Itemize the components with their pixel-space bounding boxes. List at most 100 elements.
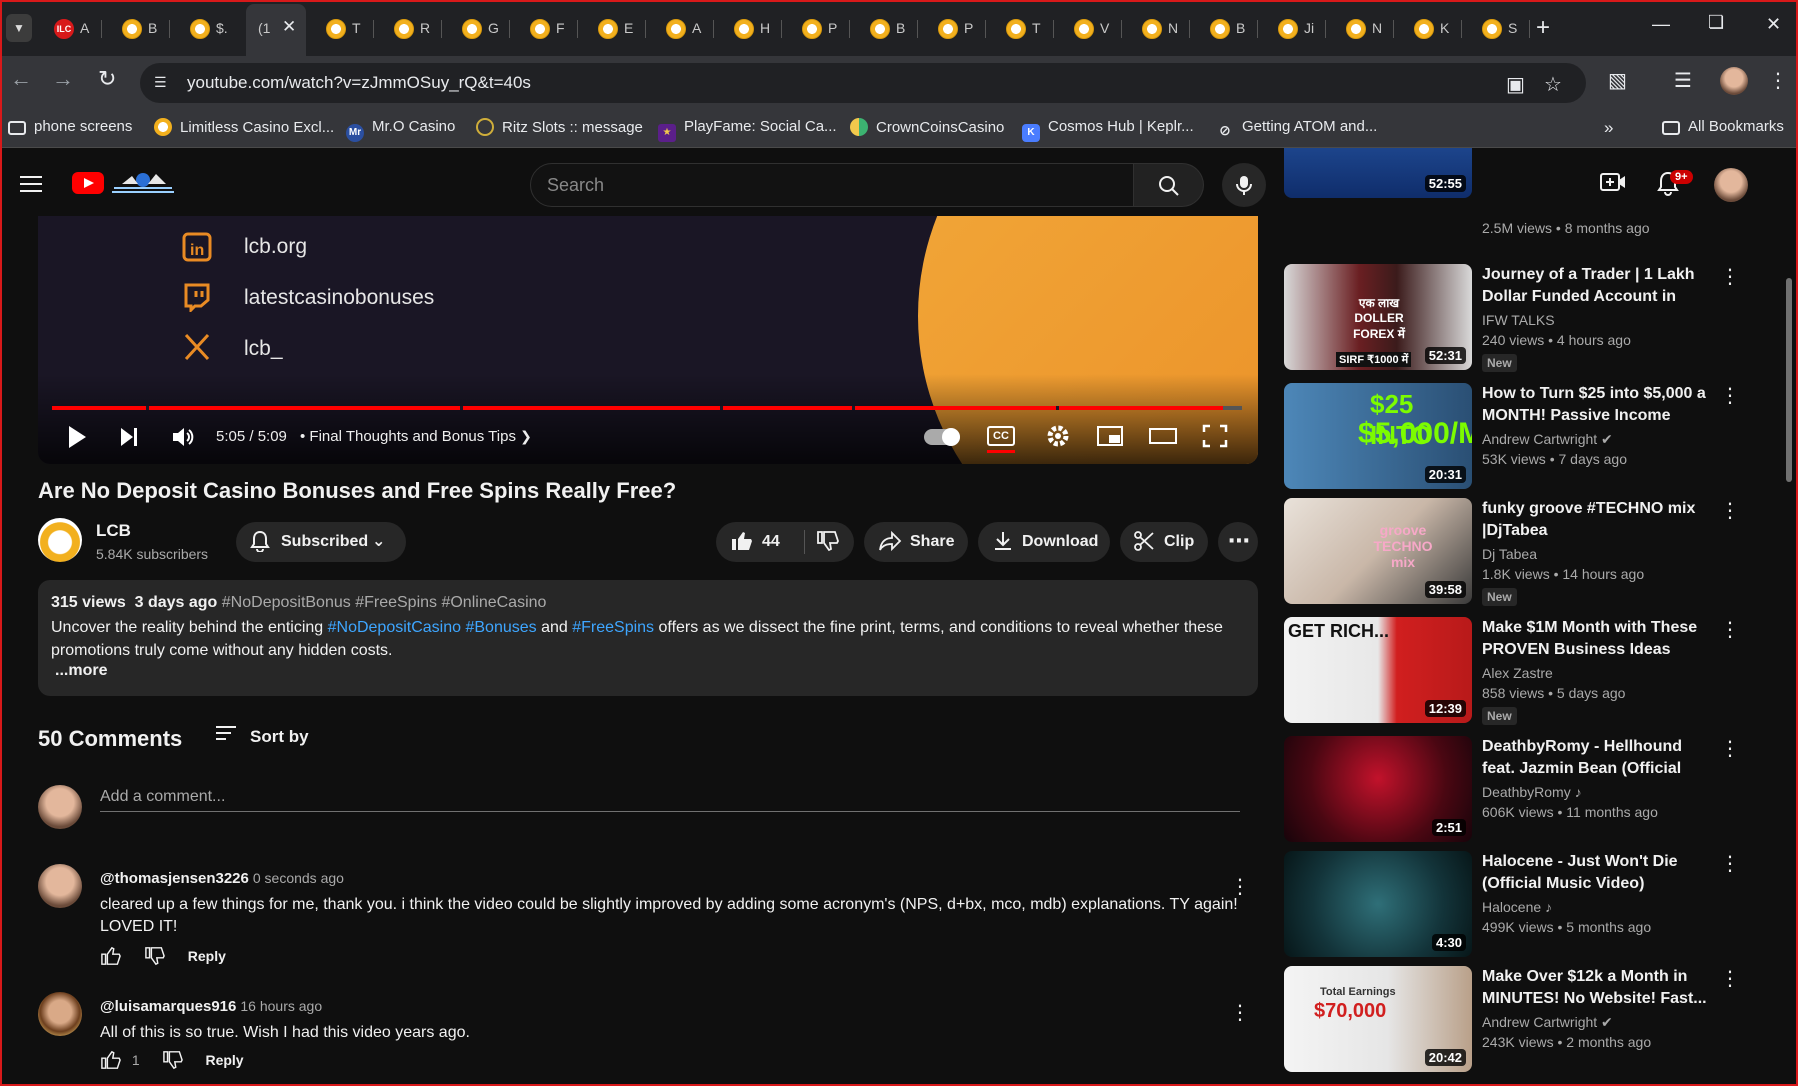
video-menu-icon[interactable]: ⋮ <box>1720 383 1740 408</box>
video-title[interactable]: Make $1M Month with These PROVEN Busines… <box>1482 617 1712 661</box>
bookmark-item[interactable]: Ritz Slots :: message <box>476 118 643 136</box>
tab[interactable]: K <box>1396 8 1462 48</box>
bookmark-star-icon[interactable]: ☆ <box>1544 72 1562 97</box>
like-comment-button[interactable] <box>100 946 122 969</box>
new-tab-button[interactable]: + <box>1536 14 1550 42</box>
video-channel[interactable]: DeathbyRomy ♪ <box>1482 784 1582 800</box>
video-thumbnail[interactable]: 2:51 <box>1284 736 1472 842</box>
install-app-icon[interactable]: ▣ <box>1506 72 1525 97</box>
tab[interactable]: B <box>104 8 170 48</box>
search-input[interactable] <box>547 172 1107 198</box>
dislike-button[interactable] <box>816 530 840 558</box>
tab[interactable]: T <box>988 8 1054 48</box>
restore-icon[interactable]: ❏ <box>1708 12 1724 33</box>
bookmark-item[interactable]: ★ PlayFame: Social Ca... <box>658 118 837 142</box>
recommended-video[interactable]: groove TECHNO mix 39:58 funky groove #TE… <box>1284 498 1764 606</box>
bookmark-item[interactable]: K Cosmos Hub | Keplr... <box>1022 118 1194 142</box>
tab[interactable]: $. <box>172 8 238 48</box>
settings-gear-icon[interactable] <box>1046 424 1070 454</box>
tab[interactable]: V <box>1056 8 1122 48</box>
tab[interactable]: H <box>716 8 782 48</box>
chapter-title[interactable]: • Final Thoughts and Bonus Tips ❯ <box>300 428 532 445</box>
video-thumbnail[interactable]: GET RICH... 12:39 <box>1284 617 1472 723</box>
youtube-doodle-icon[interactable] <box>108 170 178 196</box>
tab[interactable]: B <box>852 8 918 48</box>
dislike-comment-button[interactable] <box>162 1050 184 1073</box>
share-button[interactable]: Share <box>864 522 968 562</box>
tab[interactable]: ILC A <box>36 8 102 48</box>
next-button[interactable] <box>118 424 140 456</box>
hashtag-link[interactable]: #FreeSpins <box>572 619 654 636</box>
scrollbar-thumb[interactable] <box>1786 278 1792 482</box>
like-button[interactable] <box>730 530 754 558</box>
clip-button[interactable]: Clip <box>1120 522 1208 562</box>
recommended-video[interactable]: Total Earnings $70,000 20:42 Make Over $… <box>1284 966 1764 1072</box>
video-thumbnail[interactable]: 4:30 <box>1284 851 1472 957</box>
url-text[interactable]: youtube.com/watch?v=zJmmOSuy_rQ&t=40s <box>187 73 531 93</box>
menu-icon[interactable] <box>20 176 42 192</box>
video-title[interactable]: Halocene - Just Won't Die (Official Musi… <box>1482 851 1712 895</box>
subscribed-button[interactable]: Subscribed ⌄ <box>236 522 406 562</box>
download-button[interactable]: Download <box>978 522 1110 562</box>
video-title[interactable]: funky groove #TECHNO mix |DjTabea <box>1482 498 1712 542</box>
video-menu-icon[interactable]: ⋮ <box>1720 736 1740 761</box>
bookmark-item[interactable]: ⊘ Getting ATOM and... <box>1216 118 1377 139</box>
hashtag-link[interactable]: #NoDepositCasino <box>328 619 461 636</box>
tab[interactable]: E <box>580 8 646 48</box>
bookmark-item[interactable]: CrownCoinsCasino <box>850 118 1004 136</box>
close-tab-icon[interactable]: ✕ <box>282 17 296 37</box>
media-controls-icon[interactable]: ☰ <box>1674 68 1692 93</box>
reply-button[interactable]: Reply <box>188 948 226 964</box>
more-actions-button[interactable]: ⋯ <box>1218 522 1258 562</box>
video-player[interactable]: in lcb.org latestcasinobonuses lcb_ 5:05… <box>38 216 1258 464</box>
recommended-video[interactable]: एक लाख DOLLER FOREX में SIRF ₹1000 में 5… <box>1284 264 1764 372</box>
youtube-logo-icon[interactable] <box>72 172 104 194</box>
tab-search-button[interactable]: ▼ <box>6 14 32 42</box>
tab[interactable]: F <box>512 8 578 48</box>
video-title[interactable]: Journey of a Trader | 1 Lakh Dollar Fund… <box>1482 264 1712 308</box>
video-title[interactable]: How to Turn $25 into $5,000 a MONTH! Pas… <box>1482 383 1712 427</box>
volume-button[interactable] <box>170 424 196 456</box>
video-menu-icon[interactable]: ⋮ <box>1720 264 1740 289</box>
video-thumbnail[interactable]: 52:55 <box>1284 148 1472 198</box>
captions-button[interactable]: CC <box>987 426 1015 446</box>
seek-bar[interactable] <box>52 406 1242 410</box>
commenter-avatar[interactable] <box>38 992 82 1036</box>
reload-icon[interactable]: ↻ <box>98 66 116 92</box>
tab[interactable]: R <box>376 8 442 48</box>
back-icon[interactable]: ← <box>10 66 32 92</box>
all-bookmarks-button[interactable]: All Bookmarks <box>1662 118 1784 135</box>
tab[interactable]: Ji <box>1260 8 1326 48</box>
hashtag-link[interactable]: #Bonuses <box>465 619 536 636</box>
bookmarks-overflow-icon[interactable]: » <box>1604 118 1613 138</box>
video-menu-icon[interactable]: ⋮ <box>1720 966 1740 991</box>
tab[interactable]: N <box>1124 8 1190 48</box>
tab-active[interactable]: (1 ✕ <box>246 4 306 56</box>
video-menu-icon[interactable]: ⋮ <box>1720 851 1740 876</box>
bookmark-item[interactable]: Mr Mr.O Casino <box>346 118 455 142</box>
recommended-video[interactable]: $25 INTO $5,000/M 20:31 How to Turn $25 … <box>1284 383 1764 489</box>
bookmark-item[interactable]: Limitless Casino Excl... <box>154 118 334 136</box>
video-channel[interactable]: Alex Zastre <box>1482 665 1553 681</box>
video-channel[interactable]: Andrew Cartwright ✔ <box>1482 1014 1613 1031</box>
add-comment-input[interactable] <box>100 782 1240 812</box>
description-box[interactable]: 315 views 3 days ago #NoDepositBonus #Fr… <box>38 580 1258 696</box>
voice-search-button[interactable] <box>1222 163 1266 207</box>
sort-comments-button[interactable]: Sort by <box>216 726 309 747</box>
theater-mode-icon[interactable] <box>1148 424 1178 454</box>
tab[interactable]: P <box>784 8 850 48</box>
comment-menu-icon[interactable]: ⋮ <box>1230 1000 1250 1025</box>
comment-author[interactable]: @thomasjensen3226 0 seconds ago <box>100 870 344 887</box>
fullscreen-icon[interactable] <box>1202 424 1228 454</box>
video-channel[interactable]: Dj Tabea <box>1482 546 1537 562</box>
video-thumbnail[interactable]: groove TECHNO mix 39:58 <box>1284 498 1472 604</box>
chrome-menu-icon[interactable]: ⋮ <box>1768 68 1788 93</box>
forward-icon[interactable]: → <box>52 66 74 92</box>
channel-avatar[interactable] <box>38 518 82 562</box>
autoplay-toggle[interactable] <box>924 428 960 446</box>
video-channel[interactable]: Halocene ♪ <box>1482 899 1552 915</box>
tab[interactable]: A <box>648 8 714 48</box>
tab[interactable]: G <box>444 8 510 48</box>
page-scrollbar[interactable] <box>1784 160 1794 1086</box>
close-window-icon[interactable]: ✕ <box>1766 14 1781 35</box>
